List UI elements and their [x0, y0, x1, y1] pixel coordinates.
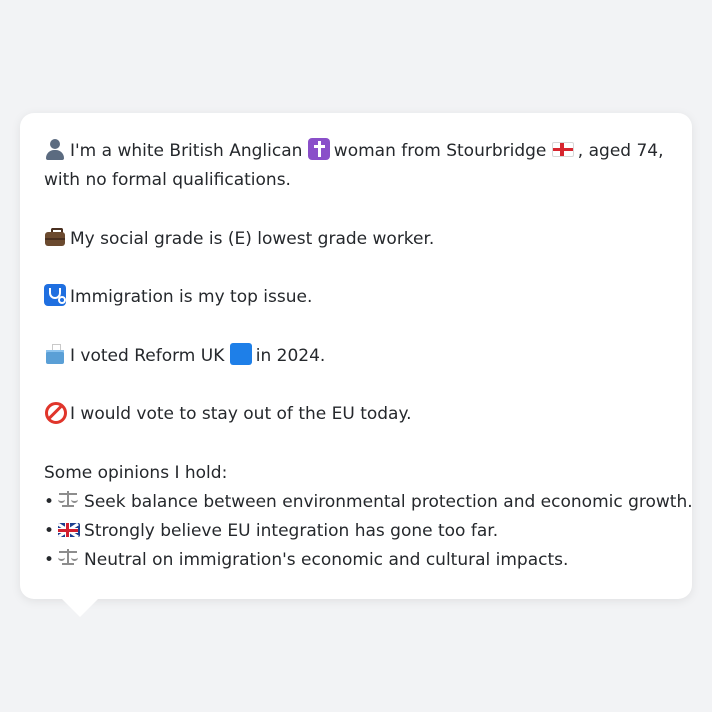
- opinions-heading: Some opinions I hold:: [44, 462, 228, 483]
- blue-square-icon: [229, 342, 252, 365]
- bubble-tail: [60, 597, 100, 617]
- latin-cross-icon: [307, 138, 330, 160]
- bullet: •: [44, 549, 55, 570]
- bullet: •: [44, 491, 55, 512]
- briefcase-icon: [44, 226, 66, 248]
- top-issue-text: Immigration is my top issue.: [70, 287, 313, 307]
- qualifications-line: with no formal qualifications.: [44, 170, 291, 190]
- social-grade-text: My social grade is (E) lowest grade work…: [70, 228, 435, 249]
- stethoscope-icon: [44, 284, 66, 306]
- social-grade-line: My social grade is (E) lowest grade work…: [44, 225, 674, 254]
- england-flag-icon: [551, 142, 574, 157]
- scales-icon: [58, 547, 80, 569]
- profile-speech-bubble: I'm a white British Anglican woman from …: [20, 113, 693, 617]
- identity-text-3: , aged 74,: [577, 141, 664, 161]
- ballot-box-icon: [44, 343, 66, 365]
- identity-text-2: woman from Stourbridge: [333, 141, 547, 161]
- no-entry-icon: [44, 401, 67, 424]
- top-issue-line: Immigration is my top issue.: [44, 283, 674, 312]
- opinion-text: Seek balance between environmental prote…: [84, 491, 693, 512]
- person-icon: [44, 138, 66, 160]
- eu-stance-line: I would vote to stay out of the EU today…: [44, 400, 674, 429]
- bullet: •: [44, 520, 55, 541]
- opinion-item: • Strongly believe EU integration has gon…: [44, 517, 674, 546]
- uk-flag-icon: [58, 522, 81, 537]
- identity-line: I'm a white British Anglican woman from …: [44, 137, 674, 166]
- vote-suffix-text: in 2024.: [255, 345, 326, 366]
- opinion-text: Strongly believe EU integration has gone…: [84, 520, 499, 541]
- vote-line: I voted Reform UK in 2024.: [44, 342, 674, 371]
- vote-prefix-text: I voted Reform UK: [70, 345, 225, 366]
- opinion-text: Neutral on immigration's economic and cu…: [84, 549, 569, 570]
- identity-text-1: I'm a white British Anglican: [70, 141, 303, 161]
- opinion-item: • Neutral on immigration's economic and c…: [44, 546, 674, 575]
- opinion-item: • Seek balance between environmental prot…: [44, 488, 693, 517]
- scales-icon: [58, 489, 80, 511]
- eu-stance-text: I would vote to stay out of the EU today…: [70, 404, 412, 424]
